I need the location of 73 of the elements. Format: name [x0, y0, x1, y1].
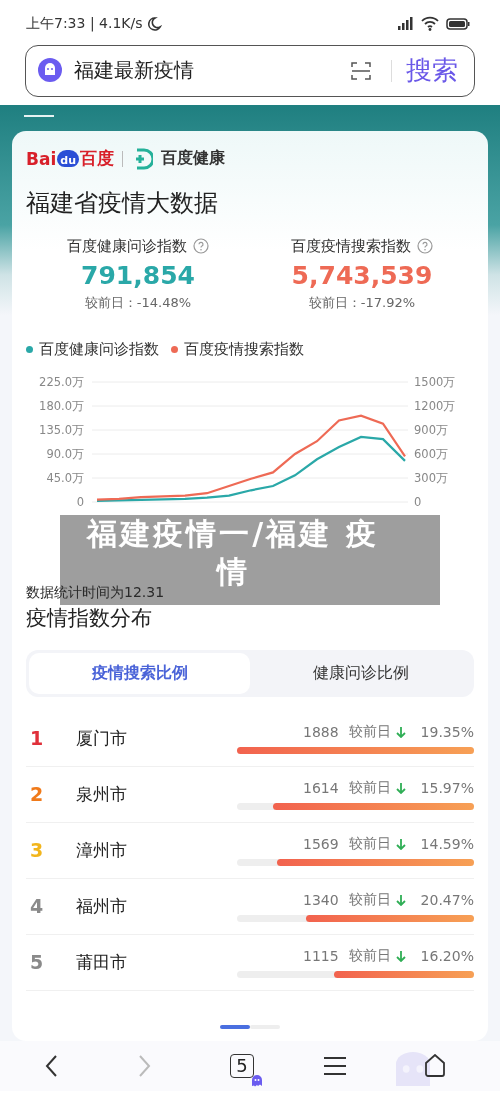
- ghost-drawing: [395, 1051, 430, 1086]
- search-button[interactable]: 搜索: [402, 53, 462, 89]
- page-indicator[interactable]: [220, 1024, 250, 1029]
- status-time: 上午7:33 | 4.1K/s: [26, 14, 143, 33]
- home-icon[interactable]: [423, 1053, 448, 1078]
- tab[interactable]: 疫情搜索比例: [29, 652, 250, 694]
- compare-label: 较前日: [348, 834, 391, 853]
- section-title: 疫情指数分布: [26, 604, 153, 632]
- tabs-button[interactable]: 5: [230, 1053, 254, 1078]
- stat-value: 5,743,539: [291, 260, 433, 290]
- compare-label: 较前日: [348, 722, 391, 741]
- axis-label: 45.0万: [46, 470, 84, 485]
- axis-label: 0: [414, 494, 422, 509]
- percent-value: 19.35%: [420, 723, 474, 740]
- rank-number: 4: [29, 895, 45, 918]
- down-arrow-icon: [394, 837, 407, 850]
- stat-change: 较前日：-14.48%: [84, 293, 192, 312]
- count-value: 1888: [302, 723, 339, 740]
- percent-value: 20.47%: [420, 891, 474, 908]
- compare-label: 较前日: [348, 778, 391, 797]
- down-arrow-icon: [394, 781, 407, 794]
- legend-label: 百度健康问诊指数: [39, 339, 159, 359]
- wifi-icon: [420, 15, 440, 33]
- axis-label: 300万: [414, 470, 448, 485]
- city-name: 漳州市: [76, 838, 128, 862]
- axis-label: 600万: [414, 446, 448, 461]
- percent-value: 14.59%: [420, 835, 474, 852]
- scan-icon[interactable]: [351, 60, 371, 81]
- stat-label: 百度健康问诊指数: [67, 236, 187, 256]
- legend-label: 百度疫情搜索指数: [184, 339, 304, 359]
- axis-label: 1200万: [414, 398, 456, 413]
- partner-name: 百度健康: [161, 148, 225, 170]
- axis-label: 0: [76, 494, 84, 509]
- down-arrow-icon: [394, 725, 407, 738]
- compare-label: 较前日: [348, 946, 391, 965]
- help-icon[interactable]: [417, 238, 433, 255]
- help-icon[interactable]: [193, 238, 209, 255]
- menu-icon[interactable]: [322, 1055, 347, 1076]
- compare-label: 较前日: [348, 890, 391, 909]
- axis-label: 1500万: [414, 374, 456, 389]
- search-field[interactable]: 福建最新疫情 搜索: [25, 44, 475, 97]
- tab[interactable]: 健康问诊比例: [250, 652, 471, 694]
- city-name: 福州市: [76, 894, 128, 918]
- stat-label: 百度疫情搜索指数: [291, 236, 411, 256]
- axis-label: 900万: [414, 422, 448, 437]
- rank-number: 2: [29, 783, 45, 806]
- moon-icon: [145, 15, 162, 32]
- stat-value: 791,854: [81, 260, 195, 290]
- ghost-badge-icon: [251, 1073, 263, 1087]
- city-name: 泉州市: [76, 782, 128, 806]
- rank-number: 5: [29, 951, 45, 974]
- city-name: 厦门市: [76, 726, 128, 750]
- ghost-icon: [38, 57, 64, 84]
- rank-number: 1: [29, 727, 45, 750]
- battery-icon: [446, 16, 470, 31]
- stat-change: 较前日：-17.92%: [308, 293, 416, 312]
- axis-label: 180.0万: [39, 398, 84, 413]
- axis-label: 225.0万: [39, 374, 84, 389]
- city-name: 莆田市: [76, 950, 128, 974]
- count-value: 1340: [302, 891, 339, 908]
- count-value: 1115: [302, 947, 339, 964]
- percent-value: 16.20%: [420, 947, 474, 964]
- down-arrow-icon: [394, 949, 407, 962]
- signal-icon: [397, 16, 414, 32]
- axis-label: 135.0万: [39, 422, 84, 437]
- down-arrow-icon: [394, 893, 407, 906]
- baidu-logo: Bai du 百度: [26, 147, 114, 171]
- count-value: 1569: [302, 835, 339, 852]
- percent-value: 15.97%: [420, 779, 474, 796]
- page-title: 福建省疫情大数据: [26, 187, 219, 219]
- axis-label: 90.0万: [46, 446, 84, 461]
- rank-number: 3: [29, 839, 45, 862]
- count-value: 1614: [302, 779, 339, 796]
